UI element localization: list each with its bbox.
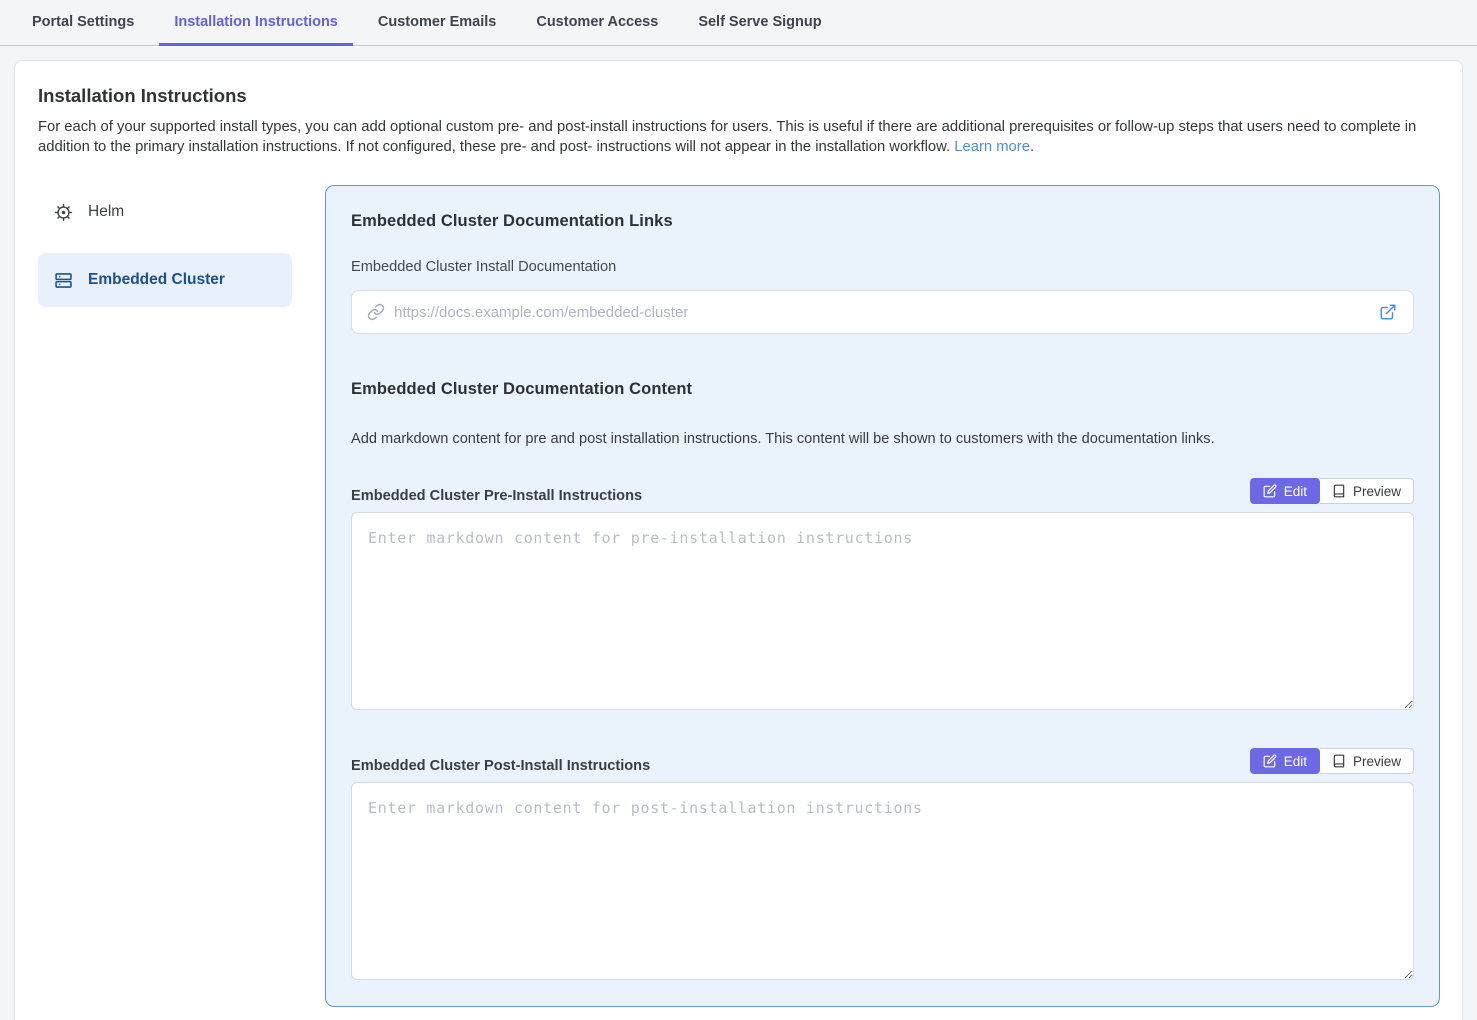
server-stack-icon <box>52 269 74 291</box>
tab-portal-settings[interactable]: Portal Settings <box>17 0 149 46</box>
embedded-cluster-panel: Embedded Cluster Documentation Links Emb… <box>325 185 1440 1007</box>
doc-links-heading: Embedded Cluster Documentation Links <box>351 212 1414 231</box>
learn-more-period: . <box>1030 139 1034 155</box>
link-icon <box>367 303 385 321</box>
sidebar-item-label: Helm <box>88 203 124 221</box>
pre-install-label: Embedded Cluster Pre-Install Instruction… <box>351 488 642 504</box>
install-type-nav: Helm Embedded Cluster <box>38 185 292 1007</box>
learn-more-link[interactable]: Learn more <box>954 139 1030 155</box>
edit-button-label: Edit <box>1284 754 1307 769</box>
content-row: Helm Embedded Cluster Embedded Cluster D… <box>38 185 1440 1007</box>
pre-install-mode-toggle: Edit Preview <box>1250 478 1414 504</box>
top-tab-bar: Portal Settings Installation Instruction… <box>0 0 1477 46</box>
book-icon <box>1332 754 1346 768</box>
post-install-label: Embedded Cluster Post-Install Instructio… <box>351 758 650 774</box>
install-doc-url-input[interactable] <box>394 304 1377 321</box>
doc-content-heading: Embedded Cluster Documentation Content <box>351 380 1414 399</box>
post-install-edit-button[interactable]: Edit <box>1250 748 1320 774</box>
install-doc-input-wrap <box>351 290 1414 334</box>
edit-button-label: Edit <box>1284 484 1307 499</box>
pre-install-edit-button[interactable]: Edit <box>1250 478 1320 504</box>
tab-customer-emails[interactable]: Customer Emails <box>363 0 511 46</box>
sidebar-item-helm[interactable]: Helm <box>38 185 292 239</box>
book-icon <box>1332 484 1346 498</box>
tab-customer-access[interactable]: Customer Access <box>521 0 673 46</box>
post-install-mode-toggle: Edit Preview <box>1250 748 1414 774</box>
post-install-markdown-textarea[interactable] <box>351 782 1414 980</box>
pre-install-markdown-textarea[interactable] <box>351 512 1414 710</box>
preview-button-label: Preview <box>1353 484 1401 499</box>
post-install-label-row: Embedded Cluster Post-Install Instructio… <box>351 748 1414 774</box>
sidebar-item-label: Embedded Cluster <box>88 271 225 289</box>
edit-pencil-icon <box>1263 754 1277 768</box>
page-description: For each of your supported install types… <box>38 117 1440 157</box>
doc-content-description: Add markdown content for pre and post in… <box>351 431 1414 447</box>
tab-installation-instructions[interactable]: Installation Instructions <box>159 0 353 46</box>
helm-icon <box>52 201 74 223</box>
edit-pencil-icon <box>1263 484 1277 498</box>
external-link-icon[interactable] <box>1377 301 1399 323</box>
pre-install-label-row: Embedded Cluster Pre-Install Instruction… <box>351 478 1414 504</box>
page-description-text: For each of your supported install types… <box>38 119 1416 155</box>
preview-button-label: Preview <box>1353 754 1401 769</box>
sidebar-item-embedded-cluster[interactable]: Embedded Cluster <box>38 253 292 307</box>
page-title: Installation Instructions <box>38 85 1440 107</box>
post-install-preview-button[interactable]: Preview <box>1320 748 1414 774</box>
installation-instructions-card: Installation Instructions For each of yo… <box>14 60 1463 1020</box>
pre-install-preview-button[interactable]: Preview <box>1320 478 1414 504</box>
tab-self-serve-signup[interactable]: Self Serve Signup <box>683 0 836 46</box>
install-doc-label: Embedded Cluster Install Documentation <box>351 259 1414 275</box>
